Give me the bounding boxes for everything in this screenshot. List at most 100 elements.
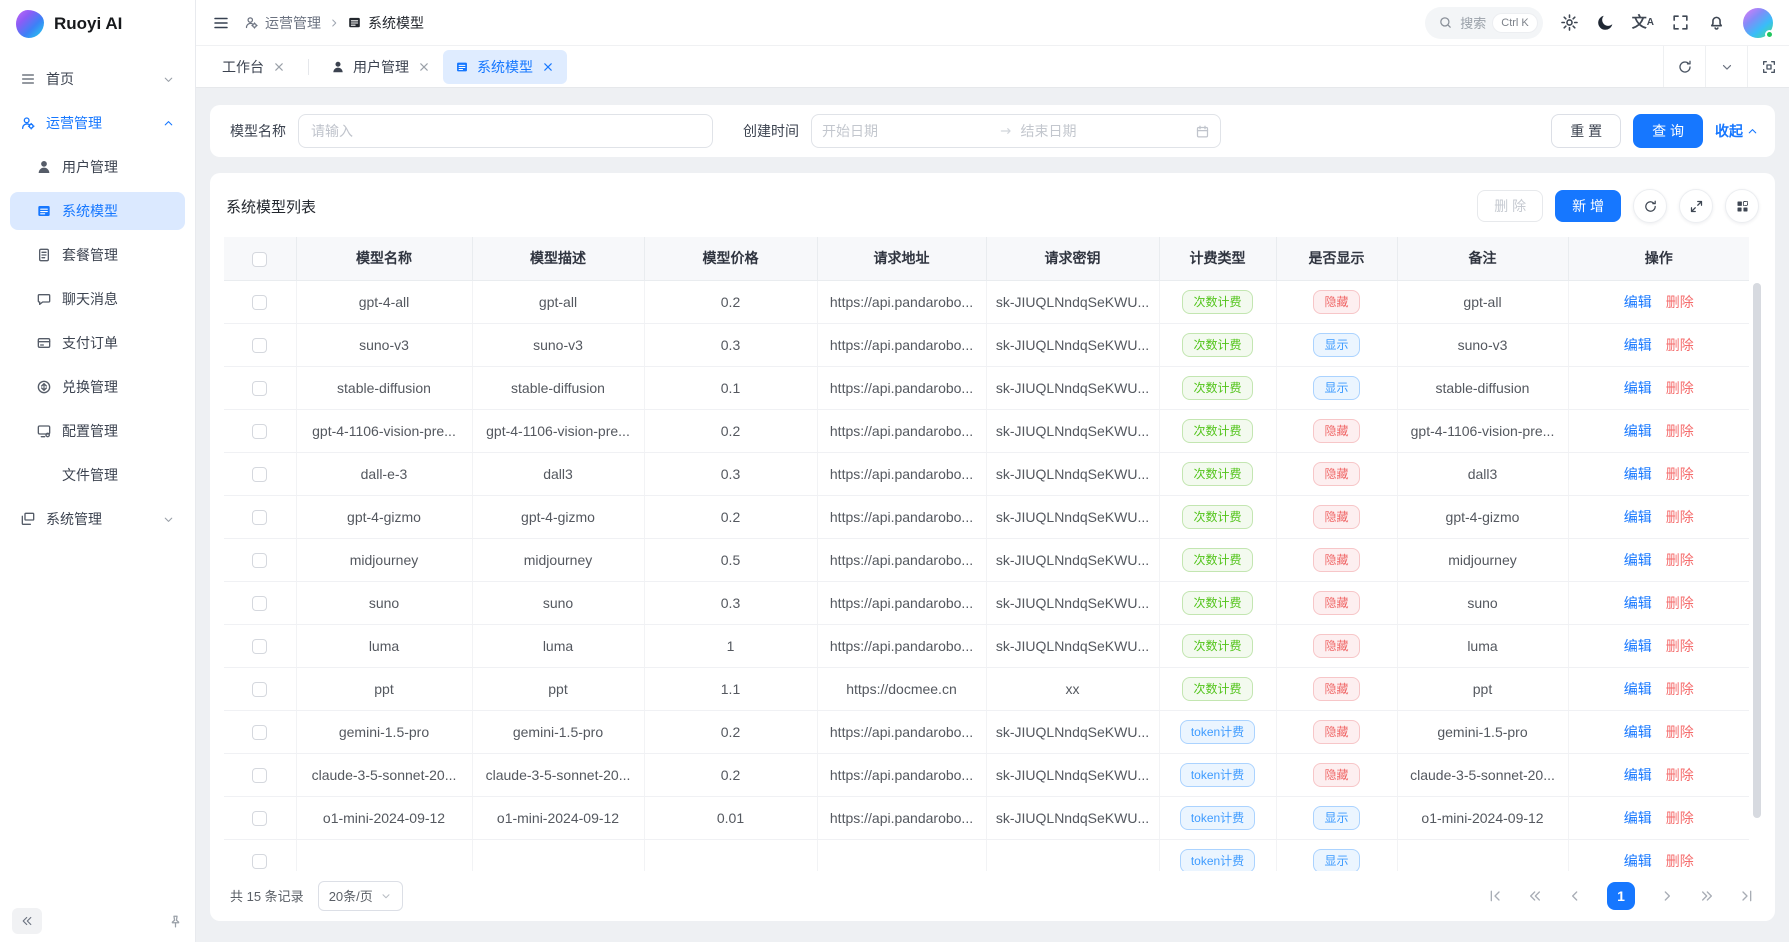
row-checkbox[interactable] (252, 467, 267, 482)
edit-link[interactable]: 编辑 (1624, 337, 1652, 353)
current-page[interactable]: 1 (1607, 882, 1635, 910)
cell-model-price: 0.3 (644, 582, 817, 625)
pagination-first-button[interactable] (1487, 888, 1503, 904)
sidebar-item-chat-messages[interactable]: 聊天消息 (10, 280, 185, 318)
delete-link[interactable]: 删除 (1666, 294, 1694, 310)
user-avatar[interactable] (1743, 8, 1773, 38)
sidebar-item-users[interactable]: 用户管理 (10, 148, 185, 186)
breadcrumb-item-operations[interactable]: 运营管理 (244, 13, 321, 33)
sidebar-item-packages[interactable]: 套餐管理 (10, 236, 185, 274)
refresh-table-button[interactable] (1633, 189, 1667, 223)
delete-link[interactable]: 删除 (1666, 423, 1694, 439)
delete-link[interactable]: 删除 (1666, 853, 1694, 869)
delete-link[interactable]: 删除 (1666, 681, 1694, 697)
edit-link[interactable]: 编辑 (1624, 638, 1652, 654)
pagination-next-button[interactable] (1659, 888, 1675, 904)
edit-link[interactable]: 编辑 (1624, 595, 1652, 611)
row-checkbox[interactable] (252, 553, 267, 568)
search-button[interactable]: 查 询 (1633, 114, 1703, 148)
settings-icon[interactable] (1560, 13, 1579, 32)
edit-link[interactable]: 编辑 (1624, 724, 1652, 740)
start-date-input[interactable] (822, 123, 991, 139)
select-all-checkbox[interactable] (252, 252, 267, 267)
row-checkbox[interactable] (252, 639, 267, 654)
delete-link[interactable]: 删除 (1666, 380, 1694, 396)
edit-link[interactable]: 编辑 (1624, 466, 1652, 482)
edit-link[interactable]: 编辑 (1624, 767, 1652, 783)
pagination-prev-jump-button[interactable] (1527, 888, 1543, 904)
pagination-last-button[interactable] (1739, 888, 1755, 904)
delete-link[interactable]: 删除 (1666, 466, 1694, 482)
notifications-icon[interactable] (1707, 13, 1726, 32)
delete-link[interactable]: 删除 (1666, 337, 1694, 353)
fullscreen-icon[interactable] (1671, 13, 1690, 32)
row-checkbox[interactable] (252, 295, 267, 310)
date-range-input[interactable] (811, 114, 1221, 148)
fullscreen-table-button[interactable] (1679, 189, 1713, 223)
row-checkbox[interactable] (252, 596, 267, 611)
sidebar-item-file-mgmt[interactable]: 文件管理 (10, 456, 185, 494)
row-checkbox[interactable] (252, 682, 267, 697)
delete-link[interactable]: 删除 (1666, 509, 1694, 525)
sidebar-item-system-models[interactable]: 系统模型 (10, 192, 185, 230)
reset-button[interactable]: 重 置 (1551, 114, 1621, 148)
tab-workbench[interactable]: 工作台 (210, 50, 298, 84)
pagination-next-jump-button[interactable] (1699, 888, 1715, 904)
search-input[interactable]: 搜索 Ctrl K (1425, 7, 1543, 39)
edit-link[interactable]: 编辑 (1624, 423, 1652, 439)
tab-users[interactable]: 用户管理 (319, 50, 443, 84)
sidebar-item-system[interactable]: 系统管理 (10, 500, 185, 538)
row-checkbox[interactable] (252, 381, 267, 396)
delete-link[interactable]: 删除 (1666, 552, 1694, 568)
sidebar-collapse-button[interactable] (12, 908, 42, 934)
delete-link[interactable]: 删除 (1666, 638, 1694, 654)
refresh-tab-button[interactable] (1663, 46, 1705, 87)
row-checkbox[interactable] (252, 510, 267, 525)
add-button[interactable]: 新 增 (1555, 190, 1621, 222)
sidebar-item-payment-orders[interactable]: 支付订单 (10, 324, 185, 362)
delete-link[interactable]: 删除 (1666, 810, 1694, 826)
dark-mode-icon[interactable] (1596, 13, 1615, 32)
pin-icon[interactable] (168, 914, 183, 929)
scrollbar-thumb[interactable] (1753, 283, 1761, 818)
delete-link[interactable]: 删除 (1666, 595, 1694, 611)
brand[interactable]: Ruoyi AI (0, 0, 195, 48)
row-checkbox[interactable] (252, 854, 267, 869)
close-icon[interactable] (541, 60, 555, 74)
tab-system-models[interactable]: 系统模型 (443, 50, 567, 84)
sidebar-item-config-mgmt[interactable]: 配置管理 (10, 412, 185, 450)
model-name-input[interactable] (298, 114, 713, 148)
row-checkbox[interactable] (252, 811, 267, 826)
row-checkbox[interactable] (252, 338, 267, 353)
delete-link[interactable]: 删除 (1666, 767, 1694, 783)
collapse-filter-link[interactable]: 收起 (1715, 121, 1759, 141)
maximize-content-button[interactable] (1747, 46, 1789, 87)
calendar-icon[interactable] (1195, 124, 1210, 139)
language-icon[interactable]: 文A (1632, 15, 1654, 30)
edit-link[interactable]: 编辑 (1624, 552, 1652, 568)
breadcrumb-item-system-models[interactable]: 系统模型 (347, 13, 424, 33)
row-checkbox[interactable] (252, 424, 267, 439)
end-date-input[interactable] (1021, 123, 1190, 139)
close-icon[interactable] (417, 60, 431, 74)
close-icon[interactable] (272, 60, 286, 74)
table-scrollbar[interactable] (1753, 283, 1761, 865)
tab-menu-button[interactable] (1705, 46, 1747, 87)
edit-link[interactable]: 编辑 (1624, 853, 1652, 869)
edit-link[interactable]: 编辑 (1624, 681, 1652, 697)
sidebar-item-operations[interactable]: 运营管理 (10, 104, 185, 142)
menu-toggle-icon[interactable] (212, 14, 230, 32)
row-checkbox[interactable] (252, 768, 267, 783)
row-checkbox[interactable] (252, 725, 267, 740)
column-settings-button[interactable] (1725, 189, 1759, 223)
edit-link[interactable]: 编辑 (1624, 509, 1652, 525)
edit-link[interactable]: 编辑 (1624, 294, 1652, 310)
page-size-select[interactable]: 20条/页 (318, 881, 403, 911)
batch-delete-button[interactable]: 删 除 (1477, 190, 1543, 222)
sidebar-item-home[interactable]: 首页 (10, 60, 185, 98)
delete-link[interactable]: 删除 (1666, 724, 1694, 740)
pagination-prev-button[interactable] (1567, 888, 1583, 904)
sidebar-item-redeem-mgmt[interactable]: 兑换管理 (10, 368, 185, 406)
edit-link[interactable]: 编辑 (1624, 380, 1652, 396)
edit-link[interactable]: 编辑 (1624, 810, 1652, 826)
